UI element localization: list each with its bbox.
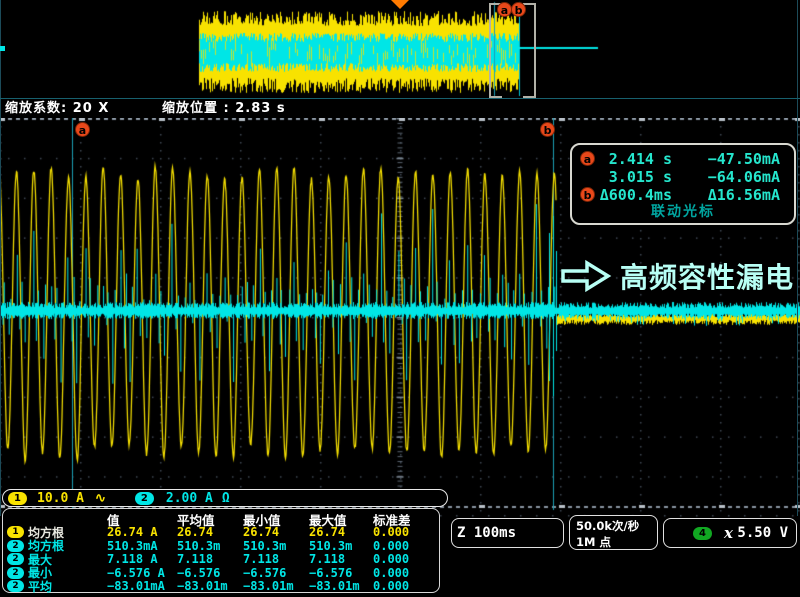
zoom-info-bar: 缩放系数: 20 X 缩放位置 : 2.83 s [0,98,800,119]
measurement-value: −83.01m [243,579,309,593]
measurement-row: 2均方根510.3mA510.3m510.3m510.3m0.000 [3,537,439,551]
cursor-delta-time: Δ600.4ms [600,186,672,204]
overview-waveform-canvas[interactable] [0,0,800,98]
channel1-coupling-icon: ∿ [95,491,106,506]
sample-rate-label: 50.0k次/秒 [576,518,657,534]
measurement-value: −6.576 [309,566,373,580]
cursor-delta-value: Δ16.56mA [708,186,780,204]
measurement-label: 平均 [28,578,52,595]
zoom-window-bracket-right[interactable] [523,3,536,98]
annotation: 高频容性漏电 [560,256,794,296]
oscilloscope-screen: b a 缩放系数: 20 X 缩放位置 : 2.83 s a b a 2.414… [0,0,800,597]
measurement-value: −83.01m [177,579,243,593]
cursor-b-badge[interactable]: b [540,122,555,137]
right-arrow-icon [560,258,612,294]
cursor-b-value: −64.06mA [708,168,780,186]
measurement-value: 510.3m [177,539,243,553]
cursor-a-value: −47.50mA [708,150,780,168]
cursor-b-row-badge: b [580,187,595,202]
trigger-status-box[interactable]: 4 x 5.50 V [663,518,797,548]
channel2-badge[interactable]: 2 [135,492,154,505]
measurement-value: −83.01m [309,579,373,593]
channel2-scale: 2.00 A [166,491,213,506]
cursor-b-row: 3.015 s −64.06mA [572,168,794,186]
measurement-row: 1均方根26.74 A26.7426.7426.740.000 [3,524,439,538]
acquisition-box[interactable]: 50.0k次/秒 1M 点 [569,515,658,550]
measurement-row: 2最小−6.576 A−6.576−6.576−6.5760.000 [3,564,439,578]
cursor-a-badge[interactable]: a [75,122,90,137]
cursor-a-time: 2.414 s [609,150,672,168]
measurement-channel-badge: 2 [7,580,24,592]
trigger-source-badge: 4 [693,527,712,540]
annotation-text: 高频容性漏电 [620,256,794,296]
trigger-slope-icon: x [724,524,733,542]
screen-left-edge [0,0,1,516]
cursor-mode-label: 联动光标 [572,203,794,221]
cursor-readout-box[interactable]: a 2.414 s −47.50mA 3.015 s −64.06mA b Δ6… [570,143,796,225]
measurement-table[interactable]: 值平均值最小值最大值标准差1均方根26.74 A26.7426.7426.740… [2,508,440,593]
channel1-badge[interactable]: 1 [8,492,27,505]
cursor-b-time: 3.015 s [609,168,672,186]
record-length-label: 1M 点 [576,534,657,550]
measurement-value: 7.118 [177,552,243,566]
zoom-timebase-label: Z 100ms [457,525,516,541]
measurement-value: 510.3mA [107,539,177,553]
measurement-value: 7.118 [243,552,309,566]
zoom-factor-label: 缩放系数: 20 X [5,99,109,118]
overview-cursor-b-badge[interactable]: b [511,2,526,17]
measurement-value: −6.576 [177,566,243,580]
measurement-row: 2平均−83.01mA−83.01m−83.01m−83.01m0.000 [3,578,439,592]
channel1-scale: 10.0 A [37,491,84,506]
measurement-value: 26.74 [243,525,309,539]
zoom-position-label: 缩放位置 : 2.83 s [162,99,286,118]
measurement-value: 0.000 [373,579,439,593]
overview-cursor-a-badge[interactable]: a [497,2,512,17]
measurement-value: 7.118 A [107,552,177,566]
measurement-value: 510.3m [309,539,373,553]
zoom-timebase-box[interactable]: Z 100ms [451,518,564,548]
measurement-value: 0.000 [373,552,439,566]
zoom-window-bracket-left[interactable] [489,3,502,98]
cursor-a-row: a 2.414 s −47.50mA [572,150,794,168]
measurement-value: 7.118 [309,552,373,566]
measurement-value: 0.000 [373,539,439,553]
channel2-ground-tick [0,46,5,51]
measurement-value: 0.000 [373,566,439,580]
channel2-coupling-icon: Ω [222,491,230,506]
cursor-a-row-badge: a [580,151,595,166]
measurement-value: −83.01mA [107,579,177,593]
cursor-delta-row: b Δ600.4ms Δ16.56mA [572,186,794,204]
measurement-header-row: 值平均值最小值最大值标准差 [3,510,439,524]
screen-right-edge [797,0,798,516]
measurement-value: 0.000 [373,525,439,539]
measurement-value: −6.576 [243,566,309,580]
measurement-row: 2最大7.118 A7.1187.1187.1180.000 [3,551,439,565]
measurement-value: 26.74 [177,525,243,539]
measurement-value: 26.74 A [107,525,177,539]
measurement-value: 510.3m [243,539,309,553]
trigger-level-label: 5.50 V [737,525,788,541]
trigger-position-icon[interactable] [391,0,409,9]
measurement-value: −6.576 A [107,566,177,580]
channel-settings-bar[interactable]: 1 10.0 A ∿ 2 2.00 A Ω [2,489,448,507]
measurement-value: 26.74 [309,525,373,539]
